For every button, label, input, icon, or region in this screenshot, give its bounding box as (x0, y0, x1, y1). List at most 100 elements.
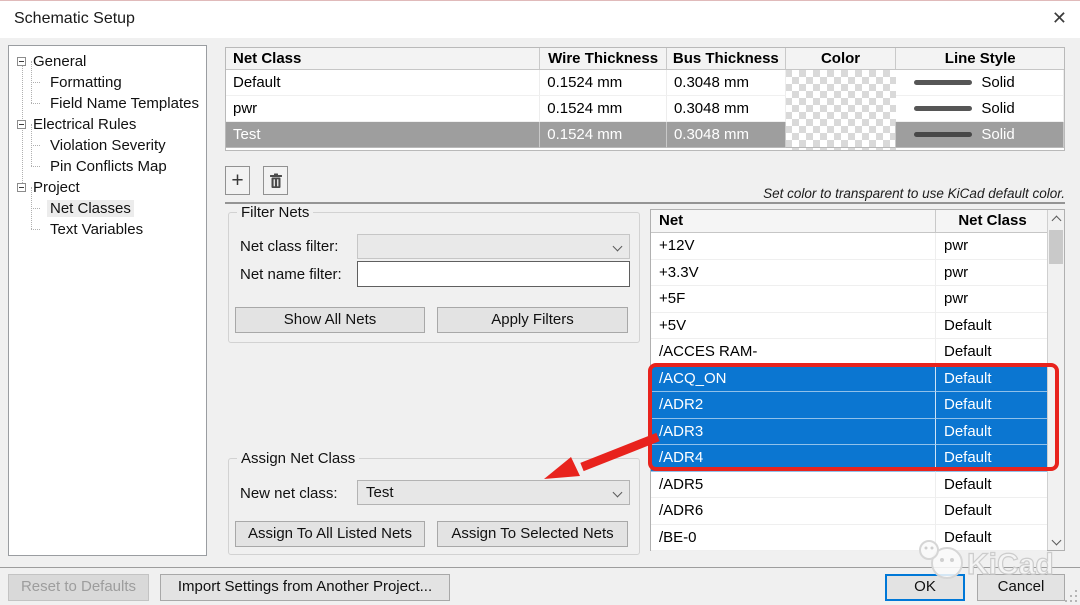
scrollbar[interactable] (1047, 210, 1064, 550)
net-class-name-cell[interactable]: Test (226, 122, 541, 148)
net-class-cell[interactable]: pwr (936, 233, 1047, 260)
import-settings-button[interactable]: Import Settings from Another Project... (160, 574, 450, 601)
net-class-cell[interactable]: Default (936, 418, 1047, 445)
net-class-cell[interactable]: pwr (936, 286, 1047, 313)
color-cell[interactable] (786, 96, 897, 122)
close-icon[interactable]: ✕ (1052, 8, 1067, 29)
collapse-icon[interactable] (17, 57, 26, 66)
column-header[interactable]: Color (786, 48, 897, 69)
reset-to-defaults-button: Reset to Defaults (8, 574, 149, 601)
column-header[interactable]: Wire Thickness (540, 48, 667, 69)
table-row[interactable]: /BE-0 Default (651, 524, 1047, 551)
table-row-selected[interactable]: /ACQ_ON Default (651, 365, 1047, 392)
table-row-selected[interactable]: /ADR2 Default (651, 392, 1047, 419)
sidebar-item-text-variables[interactable]: Text Variables (9, 219, 206, 240)
sidebar-item-general[interactable]: General (9, 51, 206, 72)
add-net-class-button[interactable]: + (225, 166, 250, 195)
net-class-name-cell[interactable]: Default (226, 70, 541, 96)
net-cell[interactable]: /BE-0 (651, 524, 936, 551)
show-all-nets-button[interactable]: Show All Nets (235, 307, 425, 333)
net-class-cell[interactable]: Default (936, 313, 1047, 339)
scroll-down-button[interactable] (1048, 533, 1064, 550)
scrollbar-thumb[interactable] (1049, 230, 1063, 264)
net-cell[interactable]: /ACCES RAM- (651, 339, 936, 366)
net-name-filter-input[interactable] (357, 261, 630, 287)
sidebar-item-project[interactable]: Project (9, 177, 206, 198)
table-row[interactable]: /ADR6 Default (651, 498, 1047, 525)
assign-to-all-listed-nets-button[interactable]: Assign To All Listed Nets (235, 521, 425, 547)
column-header[interactable]: Net Class (226, 48, 541, 69)
table-row[interactable]: Default 0.1524 mm 0.3048 mm Solid (226, 70, 1064, 96)
new-net-class-dropdown[interactable]: Test (357, 480, 630, 505)
net-cell[interactable]: +5V (651, 312, 936, 339)
net-cell[interactable]: +12V (651, 233, 936, 260)
color-cell[interactable] (785, 122, 897, 148)
sidebar-item-violation-severity[interactable]: Violation Severity (9, 135, 206, 156)
table-row[interactable]: +5F pwr (651, 286, 1047, 313)
net-class-cell[interactable]: Default (936, 498, 1047, 525)
net-cell[interactable]: /ADR6 (651, 498, 936, 525)
line-style-cell[interactable]: Solid (896, 96, 1064, 122)
sidebar-item-pin-conflicts-map[interactable]: Pin Conflicts Map (9, 156, 206, 177)
wire-thickness-cell[interactable]: 0.1524 mm (540, 122, 667, 148)
assign-to-selected-nets-button[interactable]: Assign To Selected Nets (437, 521, 628, 547)
bus-thickness-cell[interactable]: 0.3048 mm (666, 122, 786, 148)
table-row[interactable]: /ADR5 Default (651, 471, 1047, 498)
scroll-up-button[interactable] (1048, 210, 1064, 227)
color-cell[interactable] (786, 70, 897, 96)
line-style-cell[interactable]: Solid (896, 70, 1064, 96)
bus-thickness-cell[interactable]: 0.3048 mm (666, 96, 786, 122)
title-bar: Schematic Setup ✕ (0, 1, 1080, 38)
net-class-filter-label: Net class filter: (240, 238, 339, 255)
wire-thickness-cell[interactable]: 0.1524 mm (540, 70, 667, 96)
group-title: Filter Nets (237, 204, 314, 221)
collapse-icon[interactable] (17, 120, 26, 129)
sidebar-item-label: Net Classes (47, 200, 134, 217)
cancel-button[interactable]: Cancel (977, 574, 1065, 601)
net-class-table: Net Class Wire Thickness Bus Thickness C… (225, 47, 1065, 151)
table-row[interactable]: pwr 0.1524 mm 0.3048 mm Solid (226, 96, 1064, 122)
net-class-cell[interactable]: Default (936, 525, 1047, 551)
net-name-filter-label: Net name filter: (240, 266, 342, 283)
table-row-selected[interactable]: /ADR4 Default (651, 445, 1047, 472)
net-cell[interactable]: +5F (651, 286, 936, 313)
net-cell[interactable]: +3.3V (651, 259, 936, 286)
net-cell[interactable]: /ADR3 (651, 418, 936, 445)
line-style-label: Solid (981, 126, 1015, 143)
net-class-filter-dropdown[interactable] (357, 234, 630, 259)
line-style-cell[interactable]: Solid (896, 122, 1064, 148)
net-cell[interactable]: /ACQ_ON (651, 365, 936, 392)
net-class-cell[interactable]: Default (936, 392, 1047, 419)
resize-grip[interactable] (1062, 587, 1077, 602)
column-header[interactable]: Net Class (936, 210, 1049, 232)
net-class-cell[interactable]: Default (936, 445, 1047, 472)
net-cell[interactable]: /ADR2 (651, 392, 936, 419)
sidebar-item-field-name-templates[interactable]: Field Name Templates (9, 93, 206, 114)
column-header[interactable]: Line Style (896, 48, 1064, 69)
collapse-icon[interactable] (17, 183, 26, 192)
net-cell[interactable]: /ADR5 (651, 471, 936, 498)
net-class-cell[interactable]: pwr (936, 260, 1047, 286)
wire-thickness-cell[interactable]: 0.1524 mm (540, 96, 667, 122)
apply-filters-button[interactable]: Apply Filters (437, 307, 628, 333)
net-class-cell[interactable]: Default (936, 472, 1047, 498)
column-header[interactable]: Net (651, 210, 936, 232)
table-row[interactable]: /ACCES RAM- Default (651, 339, 1047, 366)
table-row-selected[interactable]: Test 0.1524 mm 0.3048 mm Solid (226, 122, 1064, 148)
bus-thickness-cell[interactable]: 0.3048 mm (666, 70, 786, 96)
page-title: Schematic Setup (14, 10, 135, 27)
net-class-cell[interactable]: Default (936, 339, 1047, 366)
table-row[interactable]: +12V pwr (651, 233, 1047, 260)
delete-net-class-button[interactable] (263, 166, 288, 195)
ok-button[interactable]: OK (885, 574, 965, 601)
sidebar-item-electrical-rules[interactable]: Electrical Rules (9, 114, 206, 135)
table-row[interactable]: +5V Default (651, 312, 1047, 339)
column-header[interactable]: Bus Thickness (667, 48, 786, 69)
table-row[interactable]: +3.3V pwr (651, 259, 1047, 286)
net-class-cell[interactable]: Default (936, 365, 1047, 392)
net-cell[interactable]: /ADR4 (651, 445, 936, 472)
table-row-selected[interactable]: /ADR3 Default (651, 418, 1047, 445)
sidebar-item-formatting[interactable]: Formatting (9, 72, 206, 93)
net-class-name-cell[interactable]: pwr (226, 96, 541, 122)
sidebar-item-net-classes[interactable]: Net Classes (9, 198, 206, 219)
